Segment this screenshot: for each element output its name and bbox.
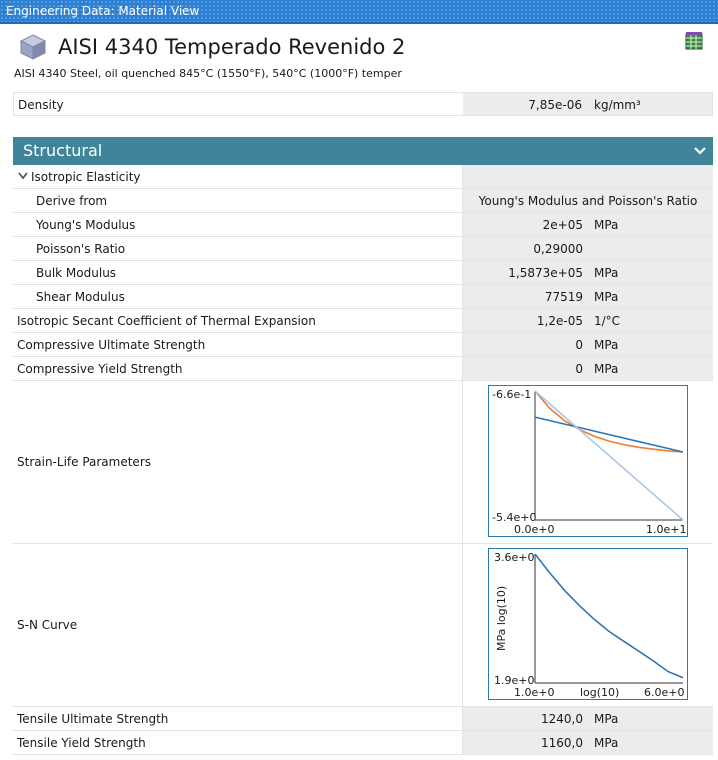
strain-life-series-1-line xyxy=(534,390,684,453)
thermal-expansion-label: Isotropic Secant Coefficient of Thermal … xyxy=(17,314,316,328)
shear-modulus-label: Shear Modulus xyxy=(36,290,125,304)
compressive-ultimate-value: 0 xyxy=(575,338,583,352)
strain-life-x-left-label: 0.0e+0 xyxy=(514,523,554,536)
tensile-yield-row: Tensile Yield Strength 1160,0 MPa xyxy=(13,731,713,755)
poissons-ratio-row: Poisson's Ratio 0,29000 xyxy=(13,237,713,261)
compressive-yield-unit: MPa xyxy=(594,362,619,376)
chevron-down-icon[interactable] xyxy=(693,145,707,157)
youngs-modulus-value-cell[interactable]: 2e+05 MPa xyxy=(462,213,713,236)
tensile-ultimate-value: 1240,0 xyxy=(541,712,583,726)
youngs-modulus-row: Young's Modulus 2e+05 MPa xyxy=(13,213,713,237)
youngs-modulus-value: 2e+05 xyxy=(542,218,583,232)
thermal-expansion-unit: 1/°C xyxy=(594,314,621,328)
shear-modulus-unit: MPa xyxy=(594,290,619,304)
isotropic-elasticity-label: Isotropic Elasticity xyxy=(31,170,141,184)
bulk-modulus-row: Bulk Modulus 1,5873e+05 MPa xyxy=(13,261,713,285)
bulk-modulus-value: 1,5873e+05 xyxy=(508,266,583,280)
isotropic-elasticity-row[interactable]: Isotropic Elasticity xyxy=(13,165,713,189)
compressive-yield-label: Compressive Yield Strength xyxy=(17,362,183,376)
strain-life-chart-cell[interactable]: -6.6e-1 -5.4e+0 0.0e+0 1.0e+1 xyxy=(462,381,713,543)
chevron-down-icon[interactable] xyxy=(17,171,29,181)
compressive-ultimate-unit: MPa xyxy=(594,338,619,352)
tensile-yield-label: Tensile Yield Strength xyxy=(17,736,146,750)
bulk-modulus-unit: MPa xyxy=(594,266,619,280)
strain-life-y-top-label: -6.6e-1 xyxy=(492,388,531,401)
youngs-modulus-label: Young's Modulus xyxy=(36,218,136,232)
shear-modulus-row: Shear Modulus 77519 MPa xyxy=(13,285,713,309)
tensile-yield-value-cell[interactable]: 1160,0 MPa xyxy=(462,731,713,754)
sn-curve-chart[interactable]: 3.6e+0 1.9e+0 1.0e+0 log(10) 6.0e+0 MPa … xyxy=(488,548,688,700)
youngs-modulus-unit: MPa xyxy=(594,218,619,232)
isotropic-elasticity-value-cell xyxy=(462,165,713,188)
derive-from-value-cell[interactable]: Young's Modulus and Poisson's Ratio xyxy=(462,189,713,212)
density-unit: kg/mm³ xyxy=(594,98,641,112)
thermal-expansion-value: 1,2e-05 xyxy=(536,314,583,328)
compressive-ultimate-value-cell[interactable]: 0 MPa xyxy=(462,333,713,356)
density-value: 7,85e-06 xyxy=(528,98,582,112)
structural-section-header[interactable]: Structural xyxy=(13,137,713,165)
window-title: Engineering Data: Material View xyxy=(6,4,200,18)
compressive-yield-row: Compressive Yield Strength 0 MPa xyxy=(13,357,713,381)
sn-curve-chart-svg: 3.6e+0 1.9e+0 1.0e+0 log(10) 6.0e+0 MPa … xyxy=(494,551,684,699)
density-value-cell[interactable]: 7,85e-06 kg/mm³ xyxy=(463,93,712,115)
strain-life-chart-svg: -6.6e-1 -5.4e+0 0.0e+0 1.0e+1 xyxy=(492,388,686,536)
compressive-yield-value-cell[interactable]: 0 MPa xyxy=(462,357,713,380)
strain-life-series-2-line xyxy=(534,416,684,453)
derive-from-value: Young's Modulus and Poisson's Ratio xyxy=(478,194,698,208)
density-row: Density 7,85e-06 kg/mm³ xyxy=(13,92,713,116)
sn-curve-row: S-N Curve 3.6e+0 1.9e+0 1.0e+0 log(10) 6… xyxy=(13,544,713,707)
sn-curve-series-1-line xyxy=(534,553,684,679)
poissons-ratio-label: Poisson's Ratio xyxy=(36,242,126,256)
sn-y-top-label: 3.6e+0 xyxy=(494,551,534,564)
derive-from-label: Derive from xyxy=(36,194,108,208)
material-name: AISI 4340 Temperado Revenido 2 xyxy=(58,35,406,59)
shear-modulus-value-cell[interactable]: 77519 MPa xyxy=(462,285,713,308)
strain-life-chart[interactable]: -6.6e-1 -5.4e+0 0.0e+0 1.0e+1 xyxy=(488,385,688,537)
sn-x-left-label: 1.0e+0 xyxy=(514,686,554,699)
tensile-ultimate-unit: MPa xyxy=(594,712,619,726)
window-title-bar: Engineering Data: Material View xyxy=(0,0,718,24)
library-grid-icon[interactable] xyxy=(685,32,703,50)
material-description: AISI 4340 Steel, oil quenched 845°C (155… xyxy=(14,67,402,80)
tensile-ultimate-row: Tensile Ultimate Strength 1240,0 MPa xyxy=(13,707,713,731)
bulk-modulus-label: Bulk Modulus xyxy=(36,266,117,280)
shear-modulus-value: 77519 xyxy=(544,290,583,304)
derive-from-row: Derive from Young's Modulus and Poisson'… xyxy=(13,189,713,213)
strain-life-series-3-line xyxy=(534,390,684,521)
tensile-ultimate-label: Tensile Ultimate Strength xyxy=(17,712,169,726)
sn-curve-label: S-N Curve xyxy=(17,618,78,632)
poissons-ratio-value-cell[interactable]: 0,29000 xyxy=(462,237,713,260)
sn-y-axis-label: MPa log(10) xyxy=(495,586,508,651)
cube-icon xyxy=(19,34,47,60)
strain-life-x-right-label: 1.0e+1 xyxy=(646,523,686,536)
compressive-ultimate-label: Compressive Ultimate Strength xyxy=(17,338,206,352)
material-header: AISI 4340 Temperado Revenido 2 AISI 4340… xyxy=(0,26,718,88)
density-label: Density xyxy=(18,98,64,112)
tensile-yield-value: 1160,0 xyxy=(541,736,583,750)
thermal-expansion-row: Isotropic Secant Coefficient of Thermal … xyxy=(13,309,713,333)
bulk-modulus-value-cell[interactable]: 1,5873e+05 MPa xyxy=(462,261,713,284)
thermal-expansion-value-cell[interactable]: 1,2e-05 1/°C xyxy=(462,309,713,332)
compressive-yield-value: 0 xyxy=(575,362,583,376)
strain-life-row: Strain-Life Parameters -6.6e-1 -5.4e+0 0… xyxy=(13,381,713,544)
sn-x-mid-label: log(10) xyxy=(580,686,619,699)
section-title: Structural xyxy=(23,141,103,160)
compressive-ultimate-row: Compressive Ultimate Strength 0 MPa xyxy=(13,333,713,357)
tensile-yield-unit: MPa xyxy=(594,736,619,750)
strain-life-label: Strain-Life Parameters xyxy=(17,455,152,469)
sn-curve-chart-cell[interactable]: 3.6e+0 1.9e+0 1.0e+0 log(10) 6.0e+0 MPa … xyxy=(462,544,713,706)
sn-x-right-label: 6.0e+0 xyxy=(644,686,684,699)
poissons-ratio-value: 0,29000 xyxy=(533,242,583,256)
tensile-ultimate-value-cell[interactable]: 1240,0 MPa xyxy=(462,707,713,730)
